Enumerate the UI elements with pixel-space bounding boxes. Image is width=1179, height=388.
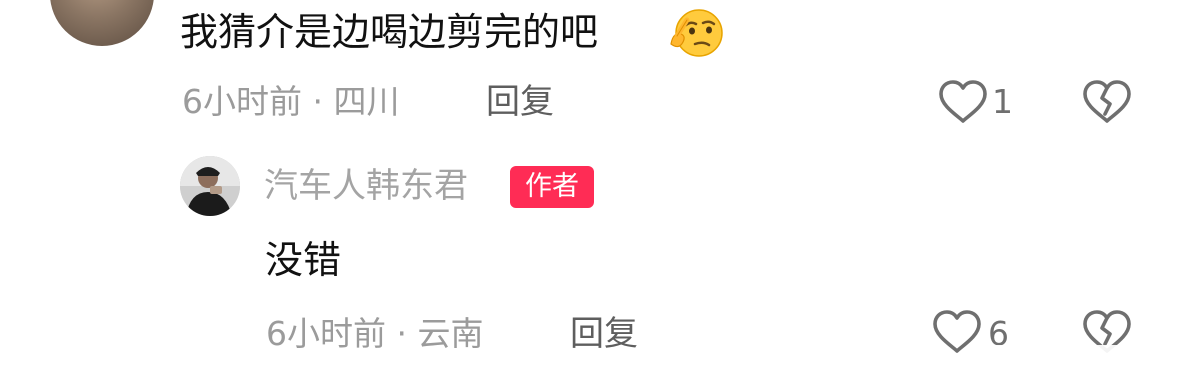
- reply-meta: 6小时前 · 云南: [266, 314, 484, 353]
- author-avatar[interactable]: [180, 156, 240, 216]
- heart-icon[interactable]: [936, 78, 990, 126]
- commenter-avatar[interactable]: [50, 0, 154, 46]
- author-name[interactable]: 汽车人韩东君: [264, 163, 468, 209]
- comment-thread: 我猜介是边喝边剪完的吧 6小时前 · 四川 回复 1 汽车人韩东君 作者 没错 …: [0, 0, 1179, 388]
- broken-heart-icon[interactable]: [1080, 78, 1134, 126]
- reply-button[interactable]: 回复: [570, 312, 638, 356]
- thinking-emoji-icon: [670, 9, 723, 57]
- author-badge: 作者: [510, 166, 594, 208]
- watermark-overlay: [972, 345, 1172, 375]
- author-avatar-photo: [180, 156, 240, 216]
- like-count: 1: [992, 82, 1013, 121]
- comment-text: 我猜介是边喝边剪完的吧: [180, 10, 599, 54]
- comment-meta: 6小时前 · 四川: [182, 82, 400, 121]
- reply-button[interactable]: 回复: [486, 80, 554, 124]
- reply-text: 没错: [265, 238, 342, 282]
